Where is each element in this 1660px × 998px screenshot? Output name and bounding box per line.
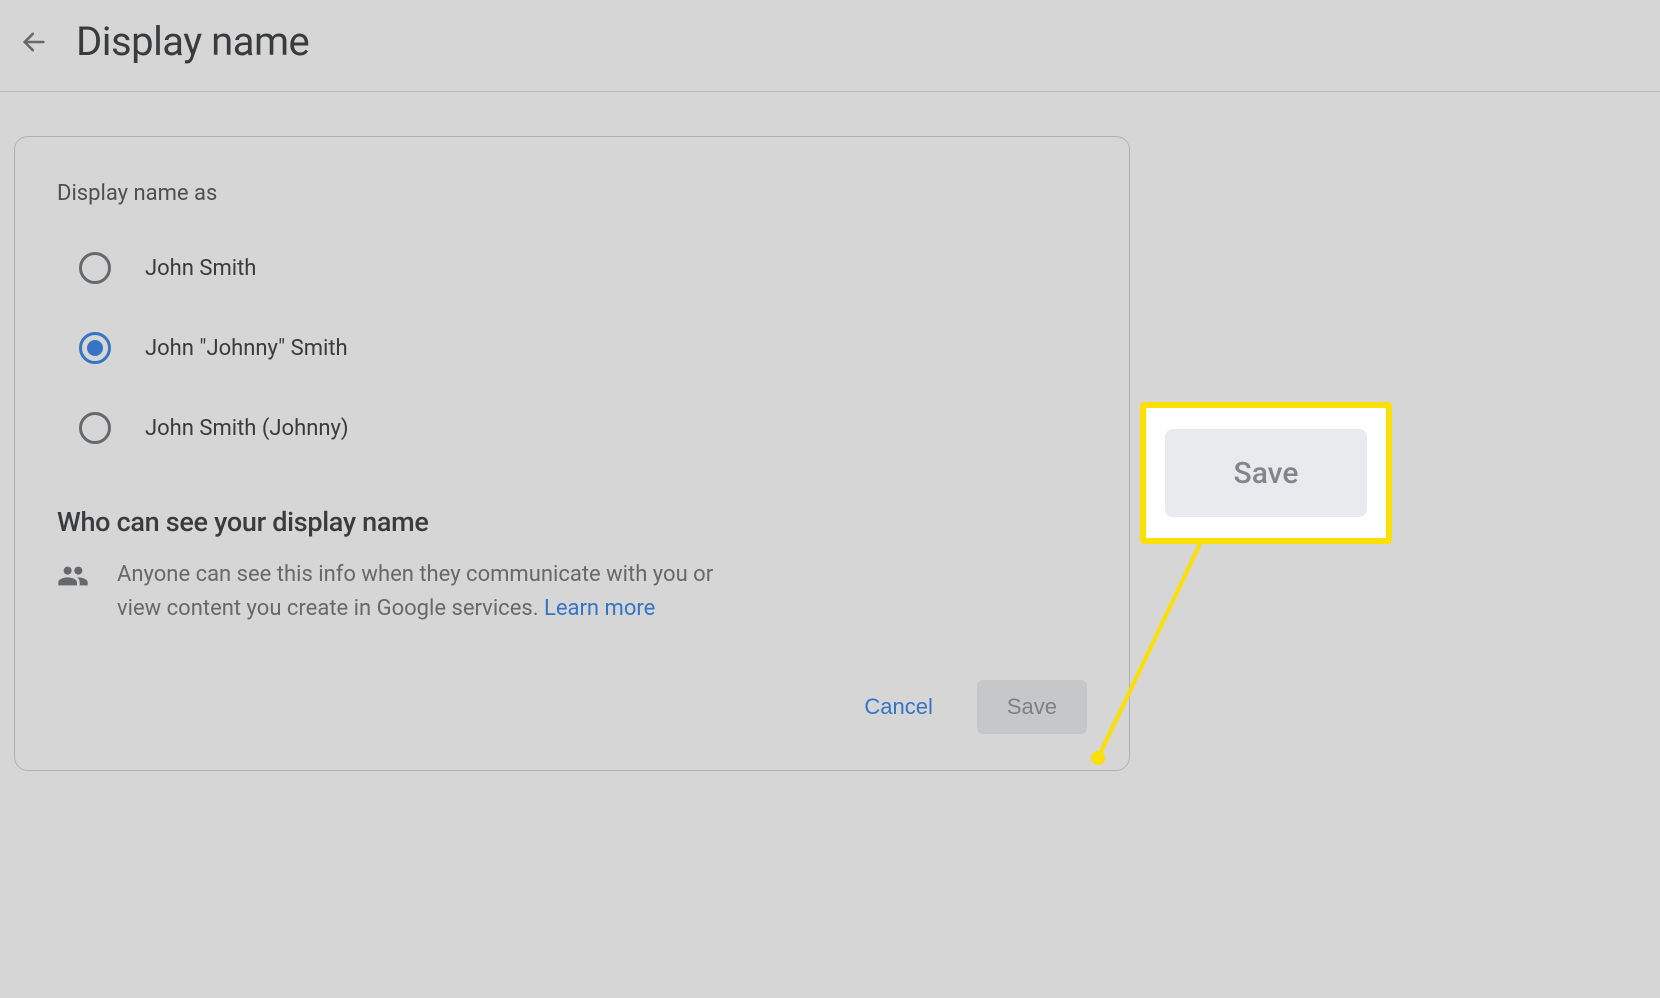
- back-arrow-icon[interactable]: [20, 28, 48, 56]
- visibility-row: Anyone can see this info when they commu…: [57, 558, 1087, 626]
- section-label: Display name as: [57, 181, 1087, 206]
- people-icon: [57, 560, 89, 592]
- save-button[interactable]: Save: [977, 680, 1087, 734]
- callout-zoom-save: Save: [1140, 402, 1392, 544]
- visibility-text: Anyone can see this info when they commu…: [117, 558, 737, 626]
- display-name-card: Display name as John Smith John "Johnny"…: [14, 136, 1130, 771]
- cancel-button[interactable]: Cancel: [846, 682, 950, 732]
- callout-anchor-dot: [1091, 751, 1105, 765]
- radio-label: John Smith: [145, 256, 256, 281]
- radio-icon: [79, 412, 111, 444]
- learn-more-link[interactable]: Learn more: [544, 596, 655, 621]
- radio-icon: [79, 332, 111, 364]
- radio-option-2[interactable]: John Smith (Johnny): [79, 412, 1087, 444]
- radio-icon: [79, 252, 111, 284]
- app-header: Display name: [0, 0, 1660, 92]
- page-title: Display name: [76, 18, 309, 65]
- visibility-heading: Who can see your display name: [57, 506, 1087, 538]
- radio-group-display-name: John Smith John "Johnny" Smith John Smit…: [79, 252, 1087, 444]
- radio-option-1[interactable]: John "Johnny" Smith: [79, 332, 1087, 364]
- radio-option-0[interactable]: John Smith: [79, 252, 1087, 284]
- radio-label: John "Johnny" Smith: [145, 336, 348, 361]
- callout-save-button: Save: [1165, 429, 1367, 517]
- card-actions: Cancel Save: [57, 680, 1087, 734]
- radio-label: John Smith (Johnny): [145, 416, 349, 441]
